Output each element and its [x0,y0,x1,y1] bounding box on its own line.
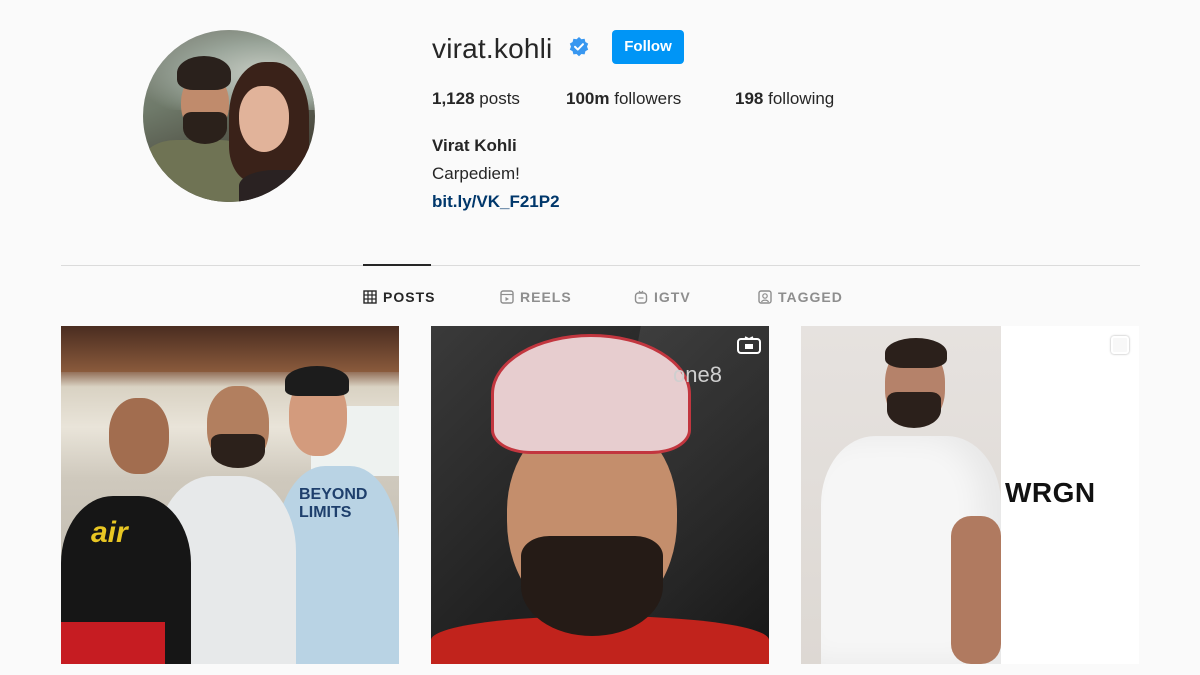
igtv-icon [634,290,648,304]
post-1-shorts [61,622,165,664]
igtv-icon [737,336,761,354]
post-1-shirt-text-air: air [91,516,128,549]
post-thumbnail[interactable]: air BEYOND LIMITS [61,326,399,664]
following-link[interactable]: 198 following [735,89,834,109]
followers-count-value: 100m [566,89,610,108]
tab-reels-label: REELS [520,289,572,305]
post-2-beard [521,536,663,636]
post-1-ceiling [61,326,399,372]
post-3-hair [885,338,947,368]
post-1-shirt-text-beyond: BEYOND LIMITS [299,486,368,521]
followers-count-label: followers [614,89,682,108]
tab-igtv[interactable]: IGTV [634,288,691,306]
tabs-divider [61,265,1140,266]
post-thumbnail[interactable]: WRGN [801,326,1139,664]
tab-posts[interactable]: POSTS [363,288,435,306]
tab-igtv-label: IGTV [654,289,691,305]
post-3-arm [951,516,1001,664]
active-tab-indicator [363,264,431,266]
profile-full-name: Virat Kohli [432,136,517,155]
tab-posts-label: POSTS [383,289,436,305]
following-count-value: 198 [735,89,764,108]
post-thumbnail[interactable]: one8 [431,326,769,664]
verified-badge-icon [569,37,589,57]
post-2-cap [491,334,691,454]
profile-bio: Carpediem! [432,164,520,183]
tab-tagged-label: TAGGED [778,289,843,305]
tab-reels[interactable]: REELS [500,288,572,306]
avatar-person-beard [183,112,227,144]
post-3-brand-text: WRGN [1005,477,1096,508]
following-count-label: following [768,89,835,108]
profile-avatar[interactable] [143,30,315,202]
posts-count: 1,128 posts [432,89,520,109]
grid-icon [363,290,377,304]
followers-link[interactable]: 100m followers [566,89,681,109]
tab-tagged[interactable]: TAGGED [758,288,843,306]
post-1-cap [285,366,349,396]
avatar-person2-top [239,170,315,202]
posts-count-value: 1,128 [432,89,475,108]
post-2-brand-text: one8 [673,362,722,387]
multi-post-icon [1111,336,1129,354]
follow-button[interactable]: Follow [612,30,684,64]
post-3-beard [887,392,941,428]
profile-username: virat.kohli [432,33,553,64]
avatar-person-hair [177,56,231,90]
post-1-head-left [109,398,169,474]
post-1-beard-center [211,434,265,468]
posts-count-label: posts [479,89,520,108]
tagged-icon [758,290,772,304]
reels-icon [500,290,514,304]
avatar-person2-face [239,86,289,152]
profile-website-link[interactable]: bit.ly/VK_F21P2 [432,192,560,212]
